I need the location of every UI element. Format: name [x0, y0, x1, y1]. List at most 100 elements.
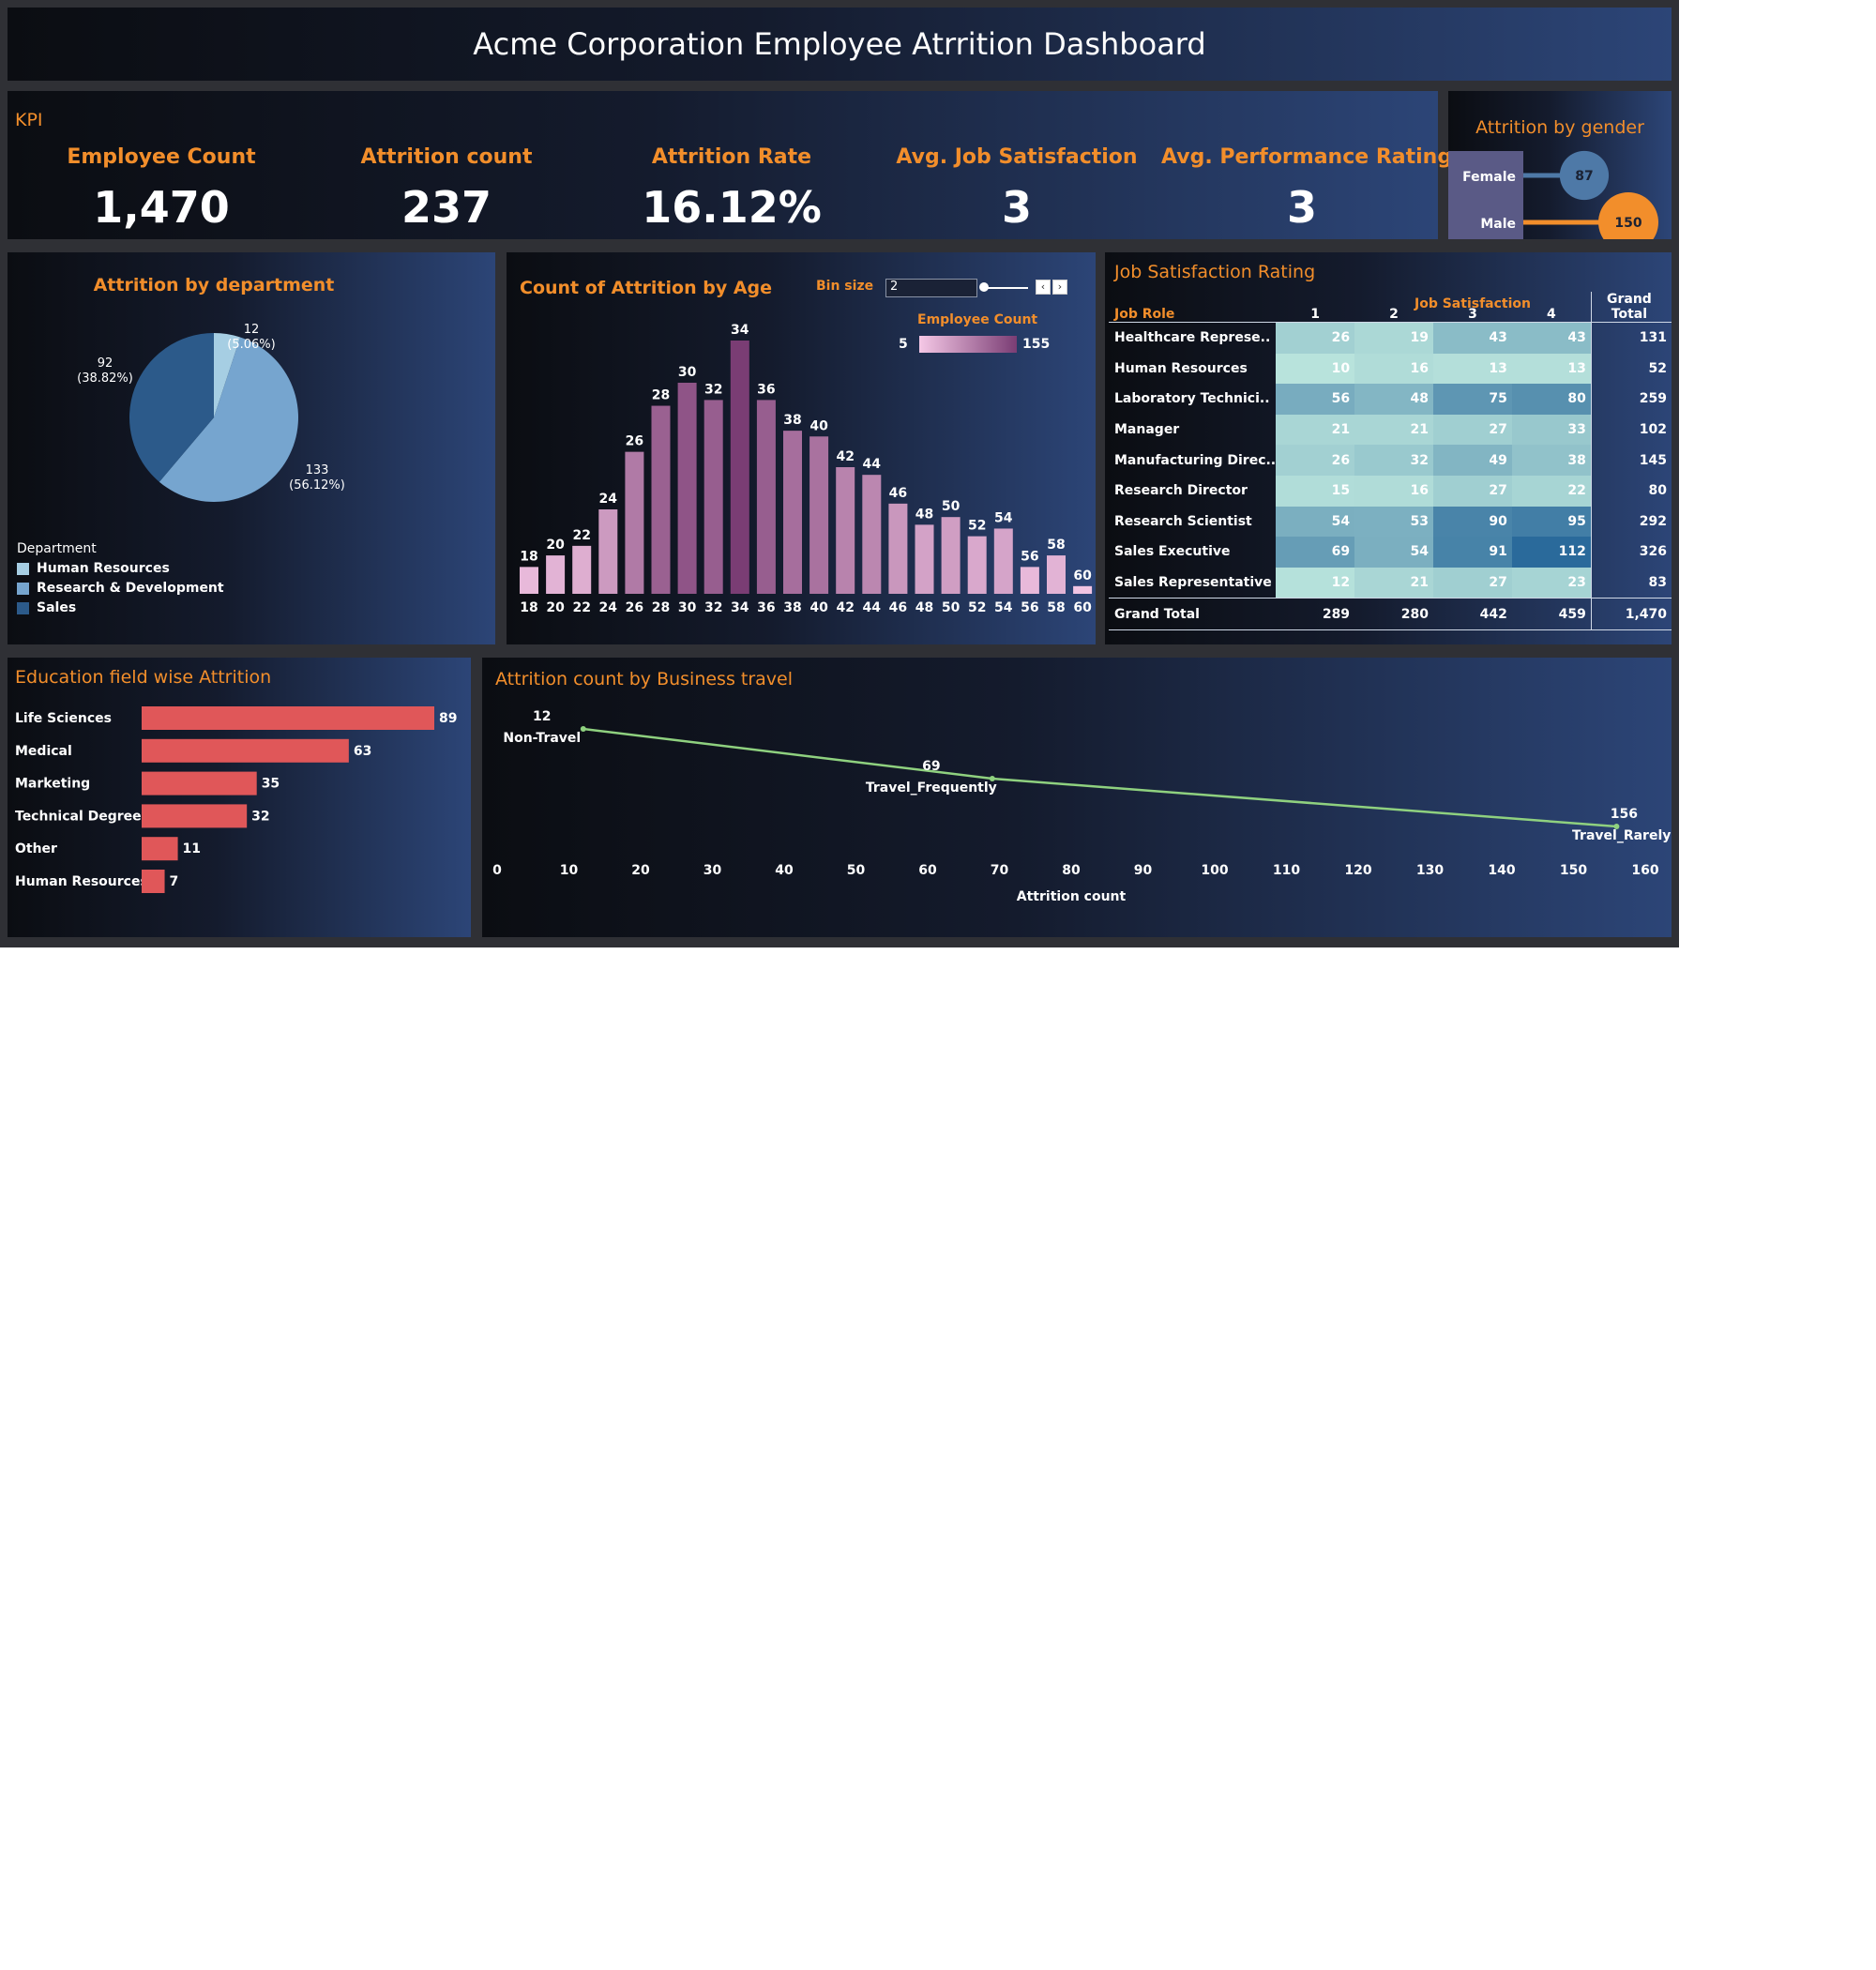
- age-bar-value-label: 36: [757, 382, 775, 397]
- x-tick-label: 50: [847, 863, 866, 878]
- age-bar: [809, 436, 829, 594]
- education-bar: [142, 706, 434, 730]
- heatmap-cell: 12: [1276, 567, 1355, 599]
- job-role-cell: Manufacturing Direc..: [1114, 452, 1277, 468]
- gender-panel: Attrition by gender Female Male 87 150: [1448, 91, 1672, 239]
- job-satisfaction-title: Job Satisfaction Rating: [1114, 262, 1316, 282]
- education-bar: [142, 771, 257, 796]
- row-total-cell: 52: [1590, 353, 1672, 385]
- gender-label-female: Female: [1462, 170, 1516, 185]
- column-total-cell: 459: [1558, 606, 1586, 622]
- heatmap-cell: 112: [1511, 537, 1592, 568]
- age-bar: [967, 536, 987, 594]
- department-panel: Attrition by department 12 (5.06%) 133 (56.…: [8, 252, 495, 644]
- row-total-cell: 259: [1590, 384, 1672, 415]
- travel-category-label: Non-Travel: [503, 731, 581, 746]
- travel-value-label: 12: [533, 709, 551, 724]
- age-bar: [1020, 567, 1039, 594]
- department-pie-chart: 12(5.06%) 133(56.12%) 92(38.82%): [77, 323, 345, 502]
- education-value-label: 7: [170, 874, 179, 889]
- travel-line: [582, 727, 1617, 828]
- kpi-value: 1,470: [93, 182, 230, 233]
- pie-value-label: 92: [98, 356, 113, 371]
- age-bar-value-label: 30: [678, 365, 697, 380]
- heatmap-cell: 21: [1276, 414, 1355, 446]
- kpi-label: Employee Count: [67, 145, 256, 169]
- age-tick-label: 44: [863, 600, 882, 615]
- table-row: Research Director 15 16 27 22 80: [1109, 475, 1672, 507]
- dashboard: Acme Corporation Employee Atrrition Dash…: [0, 0, 1679, 947]
- grand-total-row: Grand Total 289 280 442 459 1,470: [1109, 598, 1672, 630]
- age-bar-value-label: 26: [626, 434, 643, 449]
- column-total-cell: 289: [1322, 606, 1351, 622]
- row-total-cell: 292: [1590, 506, 1672, 538]
- age-bar-value-label: 20: [546, 538, 565, 553]
- education-bar-chart: Life Sciences 89 Medical 63 Marketing 35 Techn…: [15, 706, 457, 893]
- age-tick-label: 18: [520, 600, 537, 615]
- age-bar: [915, 524, 934, 594]
- kpi-value: 3: [1001, 182, 1032, 233]
- x-tick-label: 120: [1344, 863, 1371, 878]
- heatmap-cell: 26: [1276, 322, 1355, 354]
- age-bar-value-label: 18: [520, 549, 537, 564]
- age-bar-value-label: 28: [652, 388, 670, 403]
- heatmap-cell: 13: [1511, 353, 1592, 385]
- education-value-label: 11: [183, 841, 201, 856]
- heatmap-cell: 23: [1511, 567, 1592, 599]
- heatmap-cell: 53: [1354, 506, 1433, 538]
- legend-item-sales[interactable]: Sales: [17, 600, 224, 615]
- heatmap-cell: 38: [1511, 445, 1592, 476]
- age-bar-value-label: 32: [704, 382, 722, 397]
- education-bar: [142, 870, 165, 893]
- travel-line-chart: 0 10 20 30 40 50 60 70 80 90 100 110 120 130 140 150 160…: [492, 709, 1671, 904]
- legend-item-hr[interactable]: Human Resources: [17, 561, 224, 576]
- job-role-cell: Manager: [1114, 422, 1180, 438]
- heatmap-cell: 54: [1276, 506, 1355, 538]
- heatmap-cell: 10: [1276, 353, 1355, 385]
- age-bar: [941, 517, 961, 594]
- legend-swatch: [17, 582, 29, 595]
- row-total-cell: 131: [1590, 322, 1672, 354]
- kpi-attrition-rate: Attrition Rate 16.12%: [591, 145, 872, 233]
- education-category-label: Life Sciences: [15, 711, 112, 726]
- education-value-label: 89: [439, 711, 457, 726]
- travel-panel: Attrition count by Business travel 0 10 20…: [482, 658, 1672, 937]
- age-bar-value-label: 54: [994, 510, 1013, 525]
- age-bar-value-label: 34: [731, 323, 749, 338]
- education-bar: [142, 738, 349, 763]
- job-satisfaction-panel: Job Satisfaction Rating Job Satisfaction…: [1105, 252, 1672, 644]
- education-value-label: 35: [262, 777, 280, 792]
- age-bar: [677, 383, 697, 594]
- heatmap-cell: 21: [1354, 567, 1433, 599]
- column-header: 1: [1276, 292, 1355, 323]
- age-bar: [888, 503, 908, 594]
- x-tick-label: 160: [1631, 863, 1658, 878]
- age-bar-value-label: 42: [836, 449, 854, 464]
- age-tick-label: 58: [1047, 600, 1065, 615]
- age-bar: [520, 567, 538, 594]
- age-bar-value-label: 38: [783, 413, 801, 428]
- heatmap-cell: 95: [1511, 506, 1592, 538]
- heatmap-cell: 91: [1432, 537, 1512, 568]
- x-tick-label: 40: [775, 863, 794, 878]
- heatmap-cell: 27: [1432, 475, 1512, 507]
- kpi-avg-job-satisfaction: Avg. Job Satisfaction 3: [876, 145, 1157, 233]
- heatmap-cell: 80: [1511, 384, 1592, 415]
- age-bar: [862, 475, 882, 594]
- heatmap-cell: 26: [1276, 445, 1355, 476]
- column-header: 4: [1511, 292, 1592, 323]
- job-role-cell: Sales Executive: [1114, 544, 1231, 560]
- department-legend: Department Human Resources Research & De…: [17, 541, 224, 615]
- legend-item-rd[interactable]: Research & Development: [17, 581, 224, 596]
- age-tick-label: 32: [704, 600, 722, 615]
- title-banner: Acme Corporation Employee Atrrition Dash…: [8, 8, 1672, 81]
- age-bar: [1073, 585, 1093, 594]
- job-role-cell: Human Resources: [1114, 360, 1248, 376]
- age-bar-value-label: 58: [1047, 538, 1065, 553]
- age-tick-label: 54: [994, 600, 1013, 615]
- table-row: Sales Representative 12 21 27 23 83: [1109, 567, 1672, 599]
- legend-label: Sales: [37, 600, 77, 615]
- job-role-cell: Sales Representative: [1114, 575, 1272, 591]
- age-bar: [546, 555, 566, 594]
- x-axis-title: Attrition count: [1017, 889, 1127, 904]
